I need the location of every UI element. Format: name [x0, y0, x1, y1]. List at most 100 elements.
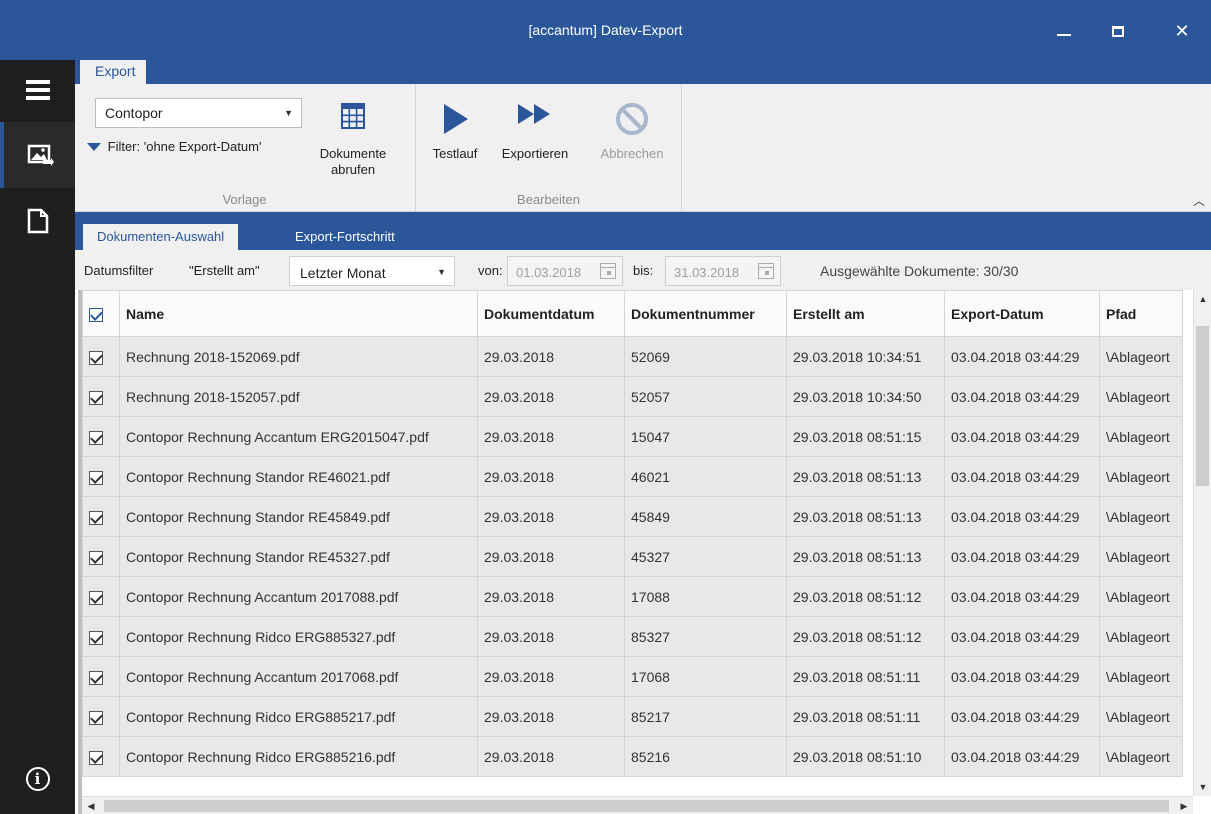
cell-doc-date: 29.03.2018 — [477, 656, 625, 697]
minimize-icon — [1057, 34, 1071, 36]
tab-export-fortschritt[interactable]: Export-Fortschritt — [281, 224, 409, 250]
column-header-erstellt-am[interactable]: Erstellt am — [786, 290, 945, 337]
dokumente-abrufen-button[interactable]: Dokumente abrufen — [311, 102, 395, 178]
tab-dokumenten-auswahl[interactable]: Dokumenten-Auswahl — [83, 224, 239, 250]
row-checkbox[interactable] — [89, 430, 103, 445]
cell-export-date: 03.04.2018 03:44:29 — [944, 656, 1100, 697]
close-button[interactable]: ✕ — [1162, 14, 1202, 48]
cell-export-date: 03.04.2018 03:44:29 — [944, 576, 1100, 617]
select-all-checkbox[interactable] — [89, 307, 103, 322]
vertical-scrollbar[interactable]: ▲ ▼ — [1193, 290, 1211, 796]
cell-created: 29.03.2018 10:34:51 — [786, 336, 945, 377]
table-row[interactable]: Contopor Rechnung Standor RE45849.pdf 29… — [82, 496, 1183, 537]
table-row[interactable]: Rechnung 2018-152057.pdf 29.03.2018 5205… — [82, 376, 1183, 417]
cell-export-date: 03.04.2018 03:44:29 — [944, 416, 1100, 457]
table-row[interactable]: Contopor Rechnung Ridco ERG885216.pdf 29… — [82, 736, 1183, 777]
cell-doc-date: 29.03.2018 — [477, 376, 625, 417]
period-select[interactable]: Letzter Monat ▼ — [289, 256, 455, 286]
datumsfilter-field: "Erstellt am" — [189, 263, 260, 278]
scroll-down-icon[interactable]: ▼ — [1194, 778, 1211, 796]
minimize-button[interactable] — [1044, 14, 1084, 48]
hamburger-menu-button[interactable] — [0, 70, 75, 110]
scroll-up-icon[interactable]: ▲ — [1194, 290, 1211, 308]
horizontal-scrollbar[interactable]: ◀ ▶ — [82, 796, 1193, 814]
cell-name: Contopor Rechnung Ridco ERG885216.pdf — [119, 736, 478, 777]
select-all-cell[interactable] — [82, 290, 120, 337]
close-icon: ✕ — [1174, 20, 1190, 41]
calendar-icon[interactable] — [600, 263, 616, 279]
row-checkbox[interactable] — [89, 390, 103, 405]
from-date-field[interactable]: 01.03.2018 — [507, 256, 623, 286]
nav-item-documents[interactable] — [0, 188, 75, 254]
cell-path: \Ablageort — [1099, 416, 1183, 457]
vorlage-select[interactable]: Contopor ▼ — [95, 98, 302, 128]
cell-doc-number: 52057 — [624, 376, 787, 417]
table-row[interactable]: Contopor Rechnung Ridco ERG885327.pdf 29… — [82, 616, 1183, 657]
scroll-left-icon[interactable]: ◀ — [82, 797, 100, 814]
table-row[interactable]: Contopor Rechnung Accantum 2017088.pdf 2… — [82, 576, 1183, 617]
cell-doc-number: 52069 — [624, 336, 787, 377]
row-checkbox[interactable] — [89, 550, 103, 565]
cell-doc-number: 45327 — [624, 536, 787, 577]
column-header-pfad[interactable]: Pfad — [1099, 290, 1183, 337]
ribbon-collapse-button[interactable]: ︿ — [1193, 192, 1205, 209]
cell-doc-date: 29.03.2018 — [477, 536, 625, 577]
datumsfilter-label: Datumsfilter — [84, 263, 154, 278]
column-header-dokumentdatum[interactable]: Dokumentdatum — [477, 290, 625, 337]
cell-doc-number: 85216 — [624, 736, 787, 777]
cell-name: Contopor Rechnung Accantum ERG2015047.pd… — [119, 416, 478, 457]
scroll-right-icon[interactable]: ▶ — [1175, 797, 1193, 814]
exportieren-label: Exportieren — [501, 146, 569, 161]
table-row[interactable]: Rechnung 2018-152069.pdf 29.03.2018 5206… — [82, 336, 1183, 377]
cell-path: \Ablageort — [1099, 736, 1183, 777]
calendar-icon[interactable] — [758, 263, 774, 279]
cell-name: Contopor Rechnung Standor RE46021.pdf — [119, 456, 478, 497]
row-checkbox[interactable] — [89, 670, 103, 685]
row-checkbox[interactable] — [89, 470, 103, 485]
cell-name: Contopor Rechnung Standor RE45327.pdf — [119, 536, 478, 577]
group-divider — [681, 84, 682, 212]
to-label: bis: — [633, 263, 654, 278]
table-row[interactable]: Contopor Rechnung Standor RE45327.pdf 29… — [82, 536, 1183, 577]
maximize-button[interactable] — [1098, 14, 1138, 48]
column-header-export-datum[interactable]: Export-Datum — [944, 290, 1100, 337]
row-checkbox[interactable] — [89, 590, 103, 605]
from-date-value: 01.03.2018 — [516, 265, 582, 280]
row-checkbox[interactable] — [89, 750, 103, 765]
cell-doc-date: 29.03.2018 — [477, 496, 625, 537]
row-checkbox[interactable] — [89, 350, 103, 365]
nav-item-export[interactable] — [0, 122, 75, 188]
cell-export-date: 03.04.2018 03:44:29 — [944, 376, 1100, 417]
table-row[interactable]: Contopor Rechnung Accantum ERG2015047.pd… — [82, 416, 1183, 457]
exportieren-button[interactable]: Exportieren — [488, 102, 582, 162]
nav-item-info[interactable]: i — [0, 752, 75, 806]
cell-export-date: 03.04.2018 03:44:29 — [944, 536, 1100, 577]
cell-name: Contopor Rechnung Standor RE45849.pdf — [119, 496, 478, 537]
vertical-scroll-thumb[interactable] — [1196, 326, 1209, 486]
cell-created: 29.03.2018 08:51:13 — [786, 536, 945, 577]
row-checkbox[interactable] — [89, 710, 103, 725]
cell-export-date: 03.04.2018 03:44:29 — [944, 336, 1100, 377]
cell-doc-date: 29.03.2018 — [477, 336, 625, 377]
testlauf-button[interactable]: Testlauf — [424, 102, 486, 162]
cell-doc-number: 46021 — [624, 456, 787, 497]
funnel-icon — [87, 143, 101, 151]
cell-doc-date: 29.03.2018 — [477, 456, 625, 497]
column-header-name[interactable]: Name — [119, 290, 478, 337]
cell-path: \Ablageort — [1099, 456, 1183, 497]
horizontal-scroll-thumb[interactable] — [104, 800, 1169, 812]
row-checkbox[interactable] — [89, 510, 103, 525]
cell-name: Contopor Rechnung Accantum 2017088.pdf — [119, 576, 478, 617]
title-bar: [accantum] Datev-Export ✕ — [0, 0, 1211, 60]
abbrechen-button[interactable]: Abbrechen — [589, 102, 675, 162]
column-header-dokumentnummer[interactable]: Dokumentnummer — [624, 290, 787, 337]
table-row[interactable]: Contopor Rechnung Ridco ERG885217.pdf 29… — [82, 696, 1183, 737]
cell-name: Contopor Rechnung Accantum 2017068.pdf — [119, 656, 478, 697]
row-checkbox[interactable] — [89, 630, 103, 645]
document-grid: Name Dokumentdatum Dokumentnummer Erstel… — [75, 290, 1211, 814]
ribbon-tab-export[interactable]: Export — [80, 60, 146, 84]
to-date-field[interactable]: 31.03.2018 — [665, 256, 781, 286]
table-row[interactable]: Contopor Rechnung Accantum 2017068.pdf 2… — [82, 656, 1183, 697]
table-row[interactable]: Contopor Rechnung Standor RE46021.pdf 29… — [82, 456, 1183, 497]
cell-export-date: 03.04.2018 03:44:29 — [944, 456, 1100, 497]
